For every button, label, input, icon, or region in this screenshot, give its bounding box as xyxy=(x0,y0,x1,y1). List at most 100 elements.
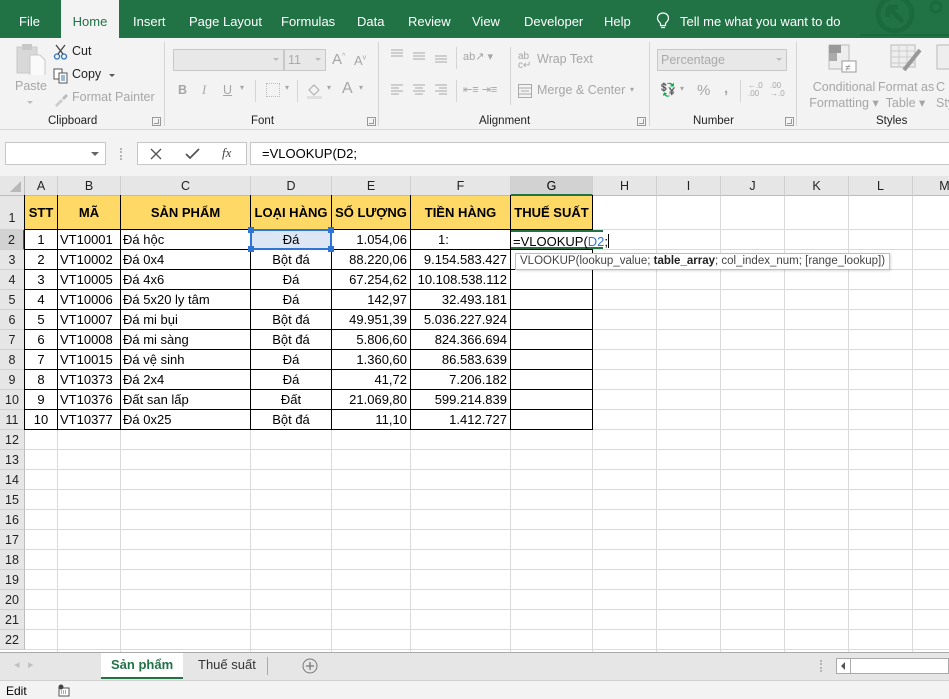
column-header-i[interactable]: I xyxy=(657,176,721,196)
orientation-icon[interactable]: ab↗ ▾ xyxy=(463,50,493,63)
cell-e6[interactable]: 49.951,39 xyxy=(332,310,410,329)
font-name-combo[interactable] xyxy=(173,49,284,71)
cell-b2[interactable]: VT10001 xyxy=(58,230,120,249)
column-header-m[interactable]: M xyxy=(913,176,949,196)
scroll-tabs-right-icon[interactable]: ▸ xyxy=(28,658,34,671)
cell-c2[interactable]: Đá hộc xyxy=(121,230,250,249)
header-cell[interactable]: STT xyxy=(25,196,57,229)
scroll-left-button[interactable] xyxy=(837,659,851,673)
column-header-a[interactable]: A xyxy=(25,176,58,196)
cell-a10[interactable]: 9 xyxy=(25,390,57,409)
column-header-d[interactable]: D xyxy=(251,176,332,196)
row-header-10[interactable]: 10 xyxy=(0,390,25,410)
header-cell[interactable]: SẢN PHẨM xyxy=(121,196,250,229)
cell-c3[interactable]: Đá 0x4 xyxy=(121,250,250,269)
cell-b7[interactable]: VT10008 xyxy=(58,330,120,349)
column-header-b[interactable]: B xyxy=(58,176,121,196)
cell-d8[interactable]: Đá xyxy=(251,350,331,369)
header-cell[interactable]: SỐ LƯỢNG xyxy=(332,196,410,229)
cell-f11[interactable]: 1.412.727 xyxy=(411,410,510,429)
row-header-15[interactable]: 15 xyxy=(0,490,25,510)
font-size-combo[interactable]: 11 xyxy=(284,49,326,71)
cell-a4[interactable]: 3 xyxy=(25,270,57,289)
cell-f4[interactable]: 10.108.538.112 xyxy=(411,270,510,289)
select-all-button[interactable] xyxy=(0,176,25,196)
fill-color-dropdown-icon[interactable]: ▾ xyxy=(327,83,331,92)
cancel-icon[interactable] xyxy=(150,148,162,160)
cell-f10[interactable]: 599.214.839 xyxy=(411,390,510,409)
row-header-18[interactable]: 18 xyxy=(0,550,25,570)
name-box[interactable] xyxy=(5,142,106,165)
cell-a9[interactable]: 8 xyxy=(25,370,57,389)
cell-b9[interactable]: VT10373 xyxy=(58,370,120,389)
cell-d11[interactable]: Bột đá xyxy=(251,410,331,429)
tab-review[interactable]: Review xyxy=(408,0,451,38)
insert-function-icon[interactable]: fx xyxy=(222,145,231,161)
cell-b3[interactable]: VT10002 xyxy=(58,250,120,269)
format-painter-button[interactable]: Format Painter xyxy=(53,90,155,108)
cell-a11[interactable]: 10 xyxy=(25,410,57,429)
tab-data[interactable]: Data xyxy=(357,0,384,38)
cell-b8[interactable]: VT10015 xyxy=(58,350,120,369)
column-header-e[interactable]: E xyxy=(332,176,411,196)
tab-help[interactable]: Help xyxy=(604,0,631,38)
conditional-formatting-button[interactable]: ≠ Conditional Formatting ▾ xyxy=(806,44,879,114)
cell-a6[interactable]: 5 xyxy=(25,310,57,329)
row-header-13[interactable]: 13 xyxy=(0,450,25,470)
cell-f5[interactable]: 32.493.181 xyxy=(411,290,510,309)
column-header-f[interactable]: F xyxy=(411,176,511,196)
cell-e8[interactable]: 1.360,60 xyxy=(332,350,410,369)
fill-color-icon[interactable] xyxy=(306,81,324,99)
cell-a8[interactable]: 7 xyxy=(25,350,57,369)
row-header-8[interactable]: 8 xyxy=(0,350,25,370)
tab-scroll-splitter[interactable] xyxy=(820,660,822,672)
borders-dropdown-icon[interactable]: ▾ xyxy=(285,83,289,92)
merge-center-button[interactable]: Merge & Center ▾ xyxy=(518,83,634,101)
row-header-7[interactable]: 7 xyxy=(0,330,25,350)
header-cell[interactable]: LOẠI HÀNG xyxy=(251,196,331,229)
header-cell[interactable]: MÃ xyxy=(58,196,120,229)
sheet-tab-thue-suat[interactable]: Thuế suất xyxy=(188,653,266,679)
scroll-tabs-left-icon[interactable]: ◂ xyxy=(14,658,20,671)
row-header-1[interactable]: 1 xyxy=(0,196,25,230)
cell-b6[interactable]: VT10007 xyxy=(58,310,120,329)
enter-check-icon[interactable] xyxy=(185,148,200,160)
row-header-22[interactable]: 22 xyxy=(0,630,25,650)
underline-dropdown-icon[interactable]: ▾ xyxy=(240,83,244,92)
cell-f8[interactable]: 86.583.639 xyxy=(411,350,510,369)
accounting-dropdown-icon[interactable]: ▾ xyxy=(680,84,684,93)
tab-page-layout[interactable]: Page Layout xyxy=(189,0,262,38)
row-header-17[interactable]: 17 xyxy=(0,530,25,550)
column-header-c[interactable]: C xyxy=(121,176,251,196)
worksheet-grid[interactable]: A B C D E F G H I J K L M 1 2 3 4 5 6 7 8 9 10 11 12 13 14 15 16 17 18… xyxy=(0,176,949,652)
row-header-9[interactable]: 9 xyxy=(0,370,25,390)
cell-c10[interactable]: Đất san lấp xyxy=(121,390,250,409)
tab-view[interactable]: View xyxy=(472,0,500,38)
copy-button[interactable]: Copy xyxy=(53,67,123,85)
cell-e2[interactable]: 1.054,06 xyxy=(332,230,410,249)
tooltip-arg-table-array[interactable]: table_array xyxy=(654,255,715,267)
cell-d4[interactable]: Đá xyxy=(251,270,331,289)
cell-d6[interactable]: Bột đá xyxy=(251,310,331,329)
cell-d5[interactable]: Đá xyxy=(251,290,331,309)
cell-d10[interactable]: Đất xyxy=(251,390,331,409)
column-header-j[interactable]: J xyxy=(721,176,785,196)
indent-icons[interactable]: ⇤≡ ⇥≡ xyxy=(463,83,497,96)
cell-c4[interactable]: Đá 4x6 xyxy=(121,270,250,289)
cell-e7[interactable]: 5.806,60 xyxy=(332,330,410,349)
cell-c9[interactable]: Đá 2x4 xyxy=(121,370,250,389)
column-header-k[interactable]: K xyxy=(785,176,849,196)
tab-insert[interactable]: Insert xyxy=(133,0,166,38)
cell-c7[interactable]: Đá mi sàng xyxy=(121,330,250,349)
reference-resize-handle[interactable] xyxy=(328,227,334,233)
cell-d9[interactable]: Đá xyxy=(251,370,331,389)
cell-g2-editor[interactable]: =VLOOKUP(D2; xyxy=(511,230,610,249)
horizontal-align-icons[interactable] xyxy=(390,83,470,97)
cell-c6[interactable]: Đá mi bụi xyxy=(121,310,250,329)
cell-e3[interactable]: 88.220,06 xyxy=(332,250,410,269)
cell-a2[interactable]: 1 xyxy=(25,230,57,249)
cell-c5[interactable]: Đá 5x20 ly tâm xyxy=(121,290,250,309)
sheet-tab-san-pham[interactable]: Sản phẩm xyxy=(101,653,184,679)
tooltip-arg-lookup-value[interactable]: lookup_value; xyxy=(579,255,653,267)
tooltip-function[interactable]: VLOOKUP( xyxy=(520,255,579,267)
